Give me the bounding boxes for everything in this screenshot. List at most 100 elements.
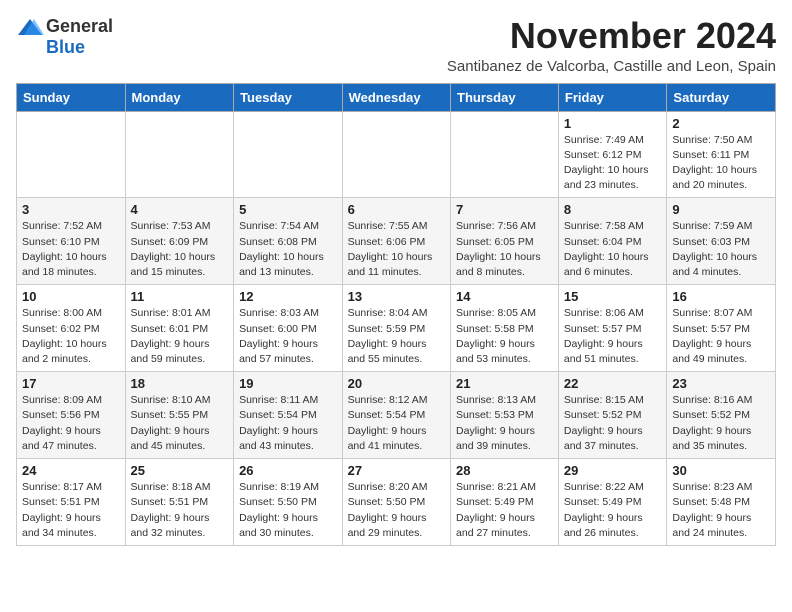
day-info: Sunrise: 8:12 AM Sunset: 5:54 PM Dayligh… (348, 394, 428, 452)
day-number: 23 (672, 376, 770, 391)
day-cell: 6 Sunrise: 7:55 AM Sunset: 6:06 PM Daylig… (342, 198, 450, 285)
day-number: 24 (22, 463, 120, 478)
header-thursday: Thursday (451, 83, 559, 111)
day-number: 10 (22, 289, 120, 304)
calendar-table: SundayMondayTuesdayWednesdayThursdayFrid… (16, 83, 776, 546)
day-number: 17 (22, 376, 120, 391)
day-cell: 8Sunrise: 7:58 AM Sunset: 6:04 PM Daylig… (558, 198, 667, 285)
day-cell (17, 111, 126, 198)
day-number: 4 (131, 202, 229, 217)
day-cell (342, 111, 450, 198)
day-cell: 16 Sunrise: 8:07 AM Sunset: 5:57 PM Dayli… (667, 285, 776, 372)
day-cell: 18 Sunrise: 8:10 AM Sunset: 5:55 PM Dayli… (125, 372, 234, 459)
day-number: 16 (672, 289, 770, 304)
day-number: 12 (239, 289, 337, 304)
day-cell: 19Sunrise: 8:11 AM Sunset: 5:54 PM Dayli… (234, 372, 343, 459)
day-cell: 14 Sunrise: 8:05 AM Sunset: 5:58 PM Dayli… (451, 285, 559, 372)
day-cell: 25 Sunrise: 8:18 AM Sunset: 5:51 PM Dayli… (125, 459, 234, 546)
logo-blue: Blue (46, 37, 85, 58)
day-number: 28 (456, 463, 553, 478)
day-number: 29 (564, 463, 662, 478)
day-cell: 11 Sunrise: 8:01 AM Sunset: 6:01 PM Dayli… (125, 285, 234, 372)
logo-general: General (46, 16, 113, 37)
day-info: Sunrise: 8:21 AM Sunset: 5:49 PM Dayligh… (456, 481, 536, 539)
day-info: Sunrise: 8:11 AM Sunset: 5:54 PM Dayligh… (239, 394, 318, 452)
day-info: Sunrise: 8:18 AM Sunset: 5:51 PM Dayligh… (131, 481, 211, 539)
week-row-4: 17Sunrise: 8:09 AM Sunset: 5:56 PM Dayli… (17, 372, 776, 459)
week-row-5: 24 Sunrise: 8:17 AM Sunset: 5:51 PM Dayli… (17, 459, 776, 546)
day-number: 2 (672, 116, 770, 131)
day-cell: 15 Sunrise: 8:06 AM Sunset: 5:57 PM Dayli… (558, 285, 667, 372)
day-info: Sunrise: 7:54 AM Sunset: 6:08 PM Dayligh… (239, 220, 324, 278)
day-info: Sunrise: 7:53 AM Sunset: 6:09 PM Dayligh… (131, 220, 216, 278)
day-info: Sunrise: 8:07 AM Sunset: 5:57 PM Dayligh… (672, 307, 752, 365)
day-number: 15 (564, 289, 662, 304)
day-cell: 12 Sunrise: 8:03 AM Sunset: 6:00 PM Dayli… (234, 285, 343, 372)
header-wednesday: Wednesday (342, 83, 450, 111)
day-cell: 7Sunrise: 7:56 AM Sunset: 6:05 PM Daylig… (451, 198, 559, 285)
month-title: November 2024 (447, 16, 776, 56)
day-number: 30 (672, 463, 770, 478)
day-cell: 9Sunrise: 7:59 AM Sunset: 6:03 PM Daylig… (667, 198, 776, 285)
day-info: Sunrise: 8:06 AM Sunset: 5:57 PM Dayligh… (564, 307, 644, 365)
day-info: Sunrise: 7:49 AM Sunset: 6:12 PM Dayligh… (564, 134, 649, 192)
day-number: 6 (348, 202, 445, 217)
day-info: Sunrise: 8:10 AM Sunset: 5:55 PM Dayligh… (131, 394, 211, 452)
day-number: 7 (456, 202, 553, 217)
logo-icon (16, 17, 44, 37)
logo: General Blue (16, 16, 113, 58)
header-sunday: Sunday (17, 83, 126, 111)
week-row-1: 1Sunrise: 7:49 AM Sunset: 6:12 PM Daylig… (17, 111, 776, 198)
day-number: 3 (22, 202, 120, 217)
day-number: 25 (131, 463, 229, 478)
day-info: Sunrise: 8:22 AM Sunset: 5:49 PM Dayligh… (564, 481, 644, 539)
day-cell: 10 Sunrise: 8:00 AM Sunset: 6:02 PM Dayli… (17, 285, 126, 372)
day-cell: 1Sunrise: 7:49 AM Sunset: 6:12 PM Daylig… (558, 111, 667, 198)
week-row-3: 10 Sunrise: 8:00 AM Sunset: 6:02 PM Dayli… (17, 285, 776, 372)
day-cell: 26Sunrise: 8:19 AM Sunset: 5:50 PM Dayli… (234, 459, 343, 546)
day-cell: 3 Sunrise: 7:52 AM Sunset: 6:10 PM Daylig… (17, 198, 126, 285)
day-cell: 30Sunrise: 8:23 AM Sunset: 5:48 PM Dayli… (667, 459, 776, 546)
day-info: Sunrise: 8:13 AM Sunset: 5:53 PM Dayligh… (456, 394, 536, 452)
day-cell (234, 111, 343, 198)
week-row-2: 3 Sunrise: 7:52 AM Sunset: 6:10 PM Daylig… (17, 198, 776, 285)
day-cell: 13 Sunrise: 8:04 AM Sunset: 5:59 PM Dayli… (342, 285, 450, 372)
day-number: 20 (348, 376, 445, 391)
header-tuesday: Tuesday (234, 83, 343, 111)
day-number: 13 (348, 289, 445, 304)
day-info: Sunrise: 8:00 AM Sunset: 6:02 PM Dayligh… (22, 307, 107, 365)
day-info: Sunrise: 8:19 AM Sunset: 5:50 PM Dayligh… (239, 481, 319, 539)
day-cell: 17Sunrise: 8:09 AM Sunset: 5:56 PM Dayli… (17, 372, 126, 459)
day-cell (451, 111, 559, 198)
day-cell (125, 111, 234, 198)
title-block: November 2024 Santibanez de Valcorba, Ca… (447, 16, 776, 75)
header-saturday: Saturday (667, 83, 776, 111)
day-info: Sunrise: 7:50 AM Sunset: 6:11 PM Dayligh… (672, 134, 757, 192)
page-header: General Blue November 2024 Santibanez de… (16, 16, 776, 75)
day-cell: 28 Sunrise: 8:21 AM Sunset: 5:49 PM Dayli… (451, 459, 559, 546)
day-info: Sunrise: 8:17 AM Sunset: 5:51 PM Dayligh… (22, 481, 102, 539)
day-number: 21 (456, 376, 553, 391)
day-number: 8 (564, 202, 662, 217)
day-number: 11 (131, 289, 229, 304)
day-cell: 22 Sunrise: 8:15 AM Sunset: 5:52 PM Dayli… (558, 372, 667, 459)
day-number: 27 (348, 463, 445, 478)
header-monday: Monday (125, 83, 234, 111)
day-cell: 24 Sunrise: 8:17 AM Sunset: 5:51 PM Dayli… (17, 459, 126, 546)
day-number: 18 (131, 376, 229, 391)
day-info: Sunrise: 8:05 AM Sunset: 5:58 PM Dayligh… (456, 307, 536, 365)
day-cell: 23Sunrise: 8:16 AM Sunset: 5:52 PM Dayli… (667, 372, 776, 459)
day-cell: 21 Sunrise: 8:13 AM Sunset: 5:53 PM Dayli… (451, 372, 559, 459)
day-cell: 4 Sunrise: 7:53 AM Sunset: 6:09 PM Daylig… (125, 198, 234, 285)
day-info: Sunrise: 7:59 AM Sunset: 6:03 PM Dayligh… (672, 220, 757, 278)
header-friday: Friday (558, 83, 667, 111)
day-info: Sunrise: 8:01 AM Sunset: 6:01 PM Dayligh… (131, 307, 211, 365)
day-info: Sunrise: 7:55 AM Sunset: 6:06 PM Dayligh… (348, 220, 433, 278)
day-number: 22 (564, 376, 662, 391)
day-info: Sunrise: 7:52 AM Sunset: 6:10 PM Dayligh… (22, 220, 107, 278)
day-number: 14 (456, 289, 553, 304)
day-info: Sunrise: 8:03 AM Sunset: 6:00 PM Dayligh… (239, 307, 319, 365)
day-info: Sunrise: 8:04 AM Sunset: 5:59 PM Dayligh… (348, 307, 428, 365)
day-cell: 5Sunrise: 7:54 AM Sunset: 6:08 PM Daylig… (234, 198, 343, 285)
day-info: Sunrise: 8:15 AM Sunset: 5:52 PM Dayligh… (564, 394, 644, 452)
